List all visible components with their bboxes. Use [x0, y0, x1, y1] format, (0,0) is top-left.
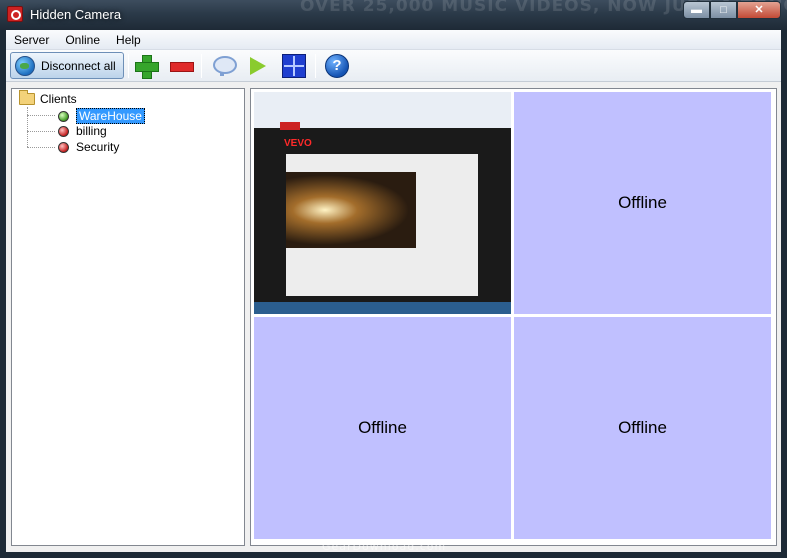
offline-label: Offline — [618, 193, 667, 212]
clients-tree[interactable]: Clients WareHouse billing Security — [11, 88, 245, 546]
window-title: Hidden Camera — [30, 7, 122, 22]
window-controls: ▬ □ ✕ — [683, 1, 781, 19]
watermark: GearDownload.com — [322, 540, 447, 553]
tree-item-warehouse[interactable]: WareHouse — [58, 108, 145, 124]
toolbar-separator — [201, 54, 202, 78]
offline-label: Offline — [358, 418, 407, 437]
screen-capture-video — [286, 172, 416, 248]
tree-connector — [27, 107, 28, 147]
camera-grid: VEVO Offline Offline Offline — [250, 88, 777, 546]
camera-view-3[interactable]: Offline — [254, 317, 511, 539]
toolbar-separator — [315, 54, 316, 78]
toolbar-separator — [128, 54, 129, 78]
tree-connector — [27, 131, 55, 132]
title-bar: OVER 25,000 MUSIC VIDEOS, NOW JUST A TOU… — [0, 0, 787, 30]
youtube-logo-icon — [280, 122, 300, 130]
help-icon[interactable]: ? — [325, 54, 349, 78]
window-client-area: Server Online Help Disconnect all ? Clie… — [6, 30, 781, 552]
screen-capture-taskbar — [254, 302, 511, 314]
camera-view-4[interactable]: Offline — [514, 317, 771, 539]
menu-help[interactable]: Help — [108, 30, 149, 49]
globe-icon — [15, 55, 35, 76]
folder-icon — [19, 90, 35, 105]
offline-status-icon — [58, 125, 69, 137]
tree-item-billing[interactable]: billing — [58, 124, 107, 138]
online-status-icon — [58, 110, 69, 122]
menu-bar: Server Online Help — [6, 30, 781, 50]
disconnect-all-label: Disconnect all — [41, 58, 116, 73]
menu-server[interactable]: Server — [6, 30, 57, 49]
app-icon[interactable] — [7, 6, 23, 22]
disconnect-all-button[interactable]: Disconnect all — [10, 52, 124, 79]
toolbar: Disconnect all ? — [6, 50, 781, 82]
offline-label: Offline — [618, 418, 667, 437]
tree-item-label: WareHouse — [76, 108, 145, 124]
tree-root[interactable]: Clients — [19, 90, 77, 106]
tree-item-security[interactable]: Security — [58, 140, 119, 154]
tree-connector — [27, 147, 55, 148]
tree-item-label: billing — [76, 124, 107, 138]
maximize-button[interactable]: □ — [710, 1, 737, 19]
play-icon[interactable] — [245, 54, 269, 78]
menu-online[interactable]: Online — [57, 30, 108, 49]
minimize-button[interactable]: ▬ — [683, 1, 710, 19]
camera-view-1[interactable]: VEVO — [254, 92, 511, 314]
screen-capture-text: VEVO — [284, 138, 312, 149]
tree-root-label: Clients — [40, 92, 77, 106]
chat-icon[interactable] — [211, 54, 237, 78]
add-icon[interactable] — [134, 54, 159, 79]
camera-view-2[interactable]: Offline — [514, 92, 771, 314]
grid-icon[interactable] — [282, 54, 306, 78]
tree-connector — [27, 115, 55, 116]
offline-status-icon — [58, 141, 69, 153]
tree-item-label: Security — [76, 140, 120, 154]
close-button[interactable]: ✕ — [737, 1, 781, 19]
remove-icon[interactable] — [169, 54, 194, 78]
